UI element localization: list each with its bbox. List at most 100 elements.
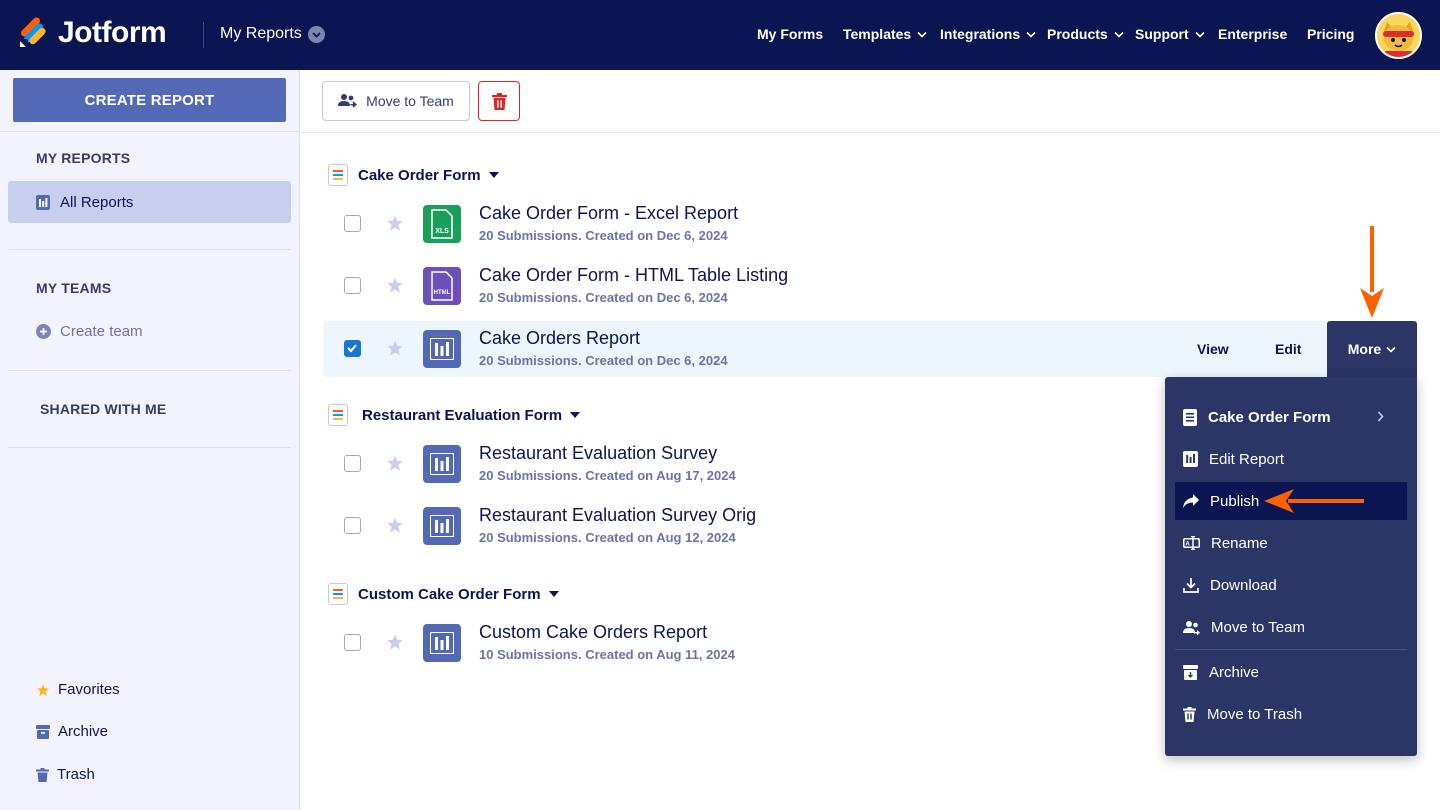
nav-integrations[interactable]: Integrations [940, 26, 1036, 42]
nav-templates[interactable]: Templates [843, 26, 927, 42]
divider [8, 447, 291, 448]
checkmark-icon [347, 344, 357, 353]
divider [8, 249, 291, 250]
star-icon[interactable] [386, 633, 404, 651]
form-group-header[interactable]: Custom Cake Order Form [328, 583, 559, 605]
header-divider [203, 22, 204, 48]
menu-item-move-to-team[interactable]: Move to Team [1175, 608, 1407, 646]
create-report-button[interactable]: CREATE REPORT [13, 78, 286, 122]
sidebar-item-archive[interactable]: Archive [36, 723, 108, 740]
nav-enterprise[interactable]: Enterprise [1218, 26, 1287, 42]
menu-item-label: Cake Order Form [1208, 408, 1331, 426]
sidebar-item-label: Favorites [58, 681, 120, 698]
report-title[interactable]: Restaurant Evaluation Survey Orig [479, 505, 756, 526]
row-checkbox[interactable] [344, 634, 361, 651]
report-title[interactable]: Cake Order Form - Excel Report [479, 203, 738, 224]
report-meta: 10 Submissions. Created on Aug 11, 2024 [479, 647, 736, 662]
nav-label: Pricing [1307, 26, 1355, 42]
xls-file-icon: XLS [423, 205, 461, 243]
file-type-label: HTML [434, 290, 451, 296]
archive-icon [1183, 664, 1198, 680]
form-group-header[interactable]: Restaurant Evaluation Form [328, 404, 581, 426]
report-title[interactable]: Restaurant Evaluation Survey [479, 443, 717, 464]
menu-item-edit-report[interactable]: Edit Report [1175, 440, 1407, 478]
nav-products[interactable]: Products [1047, 26, 1124, 42]
row-checkbox[interactable] [344, 455, 361, 472]
move-to-team-button[interactable]: Move to Team [322, 81, 470, 121]
nav-support[interactable]: Support [1135, 26, 1205, 42]
sidebar-item-favorites[interactable]: Favorites [36, 681, 120, 698]
nav-pricing[interactable]: Pricing [1307, 26, 1354, 42]
chevron-down-icon [1386, 346, 1396, 353]
report-row-selected[interactable]: Cake Orders Report 20 Submissions. Creat… [323, 321, 1417, 377]
html-file-icon: HTML [423, 267, 461, 305]
view-button[interactable]: View [1197, 321, 1229, 377]
divider [300, 132, 1440, 133]
brand-name: Jotform [58, 16, 167, 49]
report-meta: 20 Submissions. Created on Dec 6, 2024 [479, 290, 728, 305]
menu-item-archive[interactable]: Archive [1175, 653, 1407, 691]
nav-my-forms[interactable]: My Forms [757, 26, 823, 42]
report-title[interactable]: Cake Orders Report [479, 328, 640, 349]
form-group-title: Custom Cake Order Form [358, 585, 541, 603]
trash-icon [491, 92, 507, 110]
sidebar-item-trash[interactable]: Trash [36, 766, 95, 783]
delete-button[interactable] [478, 81, 520, 121]
star-icon [37, 683, 49, 696]
jotform-logo[interactable]: Jotform [18, 16, 167, 50]
shared-with-me-heading[interactable]: SHARED WITH ME [40, 401, 166, 417]
row-checkbox[interactable] [344, 277, 361, 294]
row-checkbox-checked[interactable] [344, 340, 361, 357]
create-team-link[interactable]: Create team [36, 323, 143, 340]
row-checkbox[interactable] [344, 517, 361, 534]
row-checkbox[interactable] [344, 215, 361, 232]
top-navigation-bar: Jotform My Reports My Forms Templates In… [0, 0, 1440, 70]
report-meta: 20 Submissions. Created on Dec 6, 2024 [479, 228, 728, 243]
rename-icon: A [1183, 536, 1200, 550]
star-icon[interactable] [386, 454, 404, 472]
chevron-down-icon [307, 25, 325, 43]
section-title: My Reports [220, 25, 302, 42]
nav-label: Integrations [940, 26, 1021, 42]
menu-item-form[interactable]: Cake Order Form [1175, 398, 1407, 436]
star-icon[interactable] [386, 339, 404, 357]
star-icon[interactable] [386, 276, 404, 294]
menu-item-download[interactable]: Download [1175, 566, 1407, 604]
user-avatar[interactable] [1375, 12, 1422, 59]
share-arrow-icon [1183, 494, 1199, 508]
menu-item-label: Publish [1210, 492, 1260, 510]
menu-divider [1175, 649, 1407, 650]
form-icon [328, 583, 348, 605]
chevron-right-icon [1377, 411, 1384, 422]
team-icon [338, 94, 358, 108]
more-label: More [1347, 341, 1382, 357]
form-group-header[interactable]: Cake Order Form [328, 164, 499, 186]
star-icon[interactable] [386, 214, 404, 232]
menu-item-rename[interactable]: A Rename [1175, 524, 1407, 562]
report-row[interactable]: HTML Cake Order Form - HTML Table Listin… [323, 258, 1417, 314]
edit-button[interactable]: Edit [1275, 321, 1301, 377]
menu-item-label: Move to Trash [1207, 705, 1303, 723]
menu-item-label: Archive [1209, 663, 1260, 681]
chart-report-icon [423, 445, 461, 483]
svg-text:A: A [1185, 542, 1190, 548]
chevron-down-icon [1195, 31, 1205, 38]
nav-label: Templates [843, 26, 912, 42]
nav-label: Products [1047, 26, 1108, 42]
form-icon [328, 164, 348, 186]
download-icon [1183, 578, 1199, 593]
star-icon[interactable] [386, 516, 404, 534]
report-title[interactable]: Custom Cake Orders Report [479, 622, 707, 643]
report-title[interactable]: Cake Order Form - HTML Table Listing [479, 265, 788, 286]
sidebar-item-all-reports[interactable]: All Reports [8, 181, 291, 223]
create-team-label: Create team [60, 323, 143, 340]
chart-report-icon [423, 507, 461, 545]
my-reports-switcher[interactable]: My Reports [220, 25, 325, 43]
menu-item-move-to-trash[interactable]: Move to Trash [1175, 695, 1407, 733]
report-row[interactable]: XLS Cake Order Form - Excel Report 20 Su… [323, 196, 1417, 252]
more-dropdown-menu: Cake Order Form Edit Report Publish A Re… [1165, 377, 1417, 756]
nav-label: My Forms [757, 26, 824, 42]
divider [8, 370, 291, 371]
report-icon [36, 194, 50, 210]
more-button[interactable]: More [1327, 321, 1417, 377]
